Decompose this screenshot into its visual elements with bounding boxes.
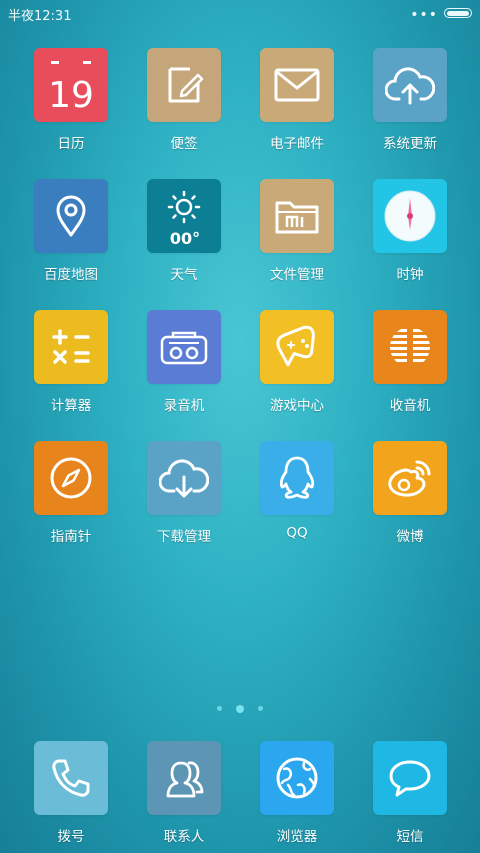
radio-icon	[373, 310, 447, 384]
dock-messages[interactable]: 短信	[354, 741, 466, 845]
app-label-baidu-map: 百度地图	[44, 267, 98, 283]
app-label-compass: 指南针	[50, 529, 92, 545]
app-email[interactable]: 电子邮件	[241, 48, 353, 152]
dock-label-messages: 短信	[396, 829, 424, 845]
page-dot-3[interactable]	[258, 706, 263, 711]
calendar-art: 19	[48, 61, 94, 116]
phone-icon	[34, 741, 108, 815]
app-calculator[interactable]: 计算器	[15, 310, 127, 414]
app-calendar[interactable]: 19 日历	[15, 48, 127, 152]
dock-label-contacts: 联系人	[163, 829, 205, 845]
browser-globe-icon	[260, 741, 334, 815]
app-clock[interactable]: 时钟	[354, 179, 466, 283]
app-weather[interactable]: 00° 天气	[128, 179, 240, 283]
calculator-icon	[34, 310, 108, 384]
app-radio[interactable]: 收音机	[354, 310, 466, 414]
app-baidu-map[interactable]: 百度地图	[15, 179, 127, 283]
mail-icon	[260, 48, 334, 122]
page-dot-1[interactable]	[217, 706, 222, 711]
page-dot-2[interactable]	[236, 704, 244, 713]
app-file-manager[interactable]: 文件管理	[241, 179, 353, 283]
dock-phone[interactable]: 拨号	[15, 741, 127, 845]
app-label-file-manager: 文件管理	[270, 267, 324, 283]
status-time: 半夜12:31	[8, 9, 72, 24]
app-system-update[interactable]: 系统更新	[354, 48, 466, 152]
app-label-qq: QQ	[286, 525, 308, 541]
app-notes[interactable]: 便签	[128, 48, 240, 152]
app-download-manager[interactable]: 下载管理	[128, 441, 240, 545]
page-indicator	[0, 698, 480, 717]
map-pin-icon	[34, 179, 108, 253]
app-label-email: 电子邮件	[270, 136, 324, 152]
contacts-icon	[147, 741, 221, 815]
app-label-weather: 天气	[170, 267, 198, 283]
more-dots-icon: •••	[410, 7, 438, 23]
calendar-icon: 19	[34, 48, 108, 122]
app-qq[interactable]: QQ	[241, 441, 353, 541]
app-label-radio: 收音机	[389, 398, 431, 414]
cloud-download-icon	[147, 441, 221, 515]
folder-icon	[260, 179, 334, 253]
battery-icon	[444, 8, 472, 18]
weather-temperature: 00°	[170, 229, 200, 248]
app-label-notes: 便签	[170, 136, 198, 152]
gamepad-icon	[260, 310, 334, 384]
app-label-calculator: 计算器	[50, 398, 92, 414]
app-label-system-update: 系统更新	[383, 136, 437, 152]
app-game-center[interactable]: 游戏中心	[241, 310, 353, 414]
app-label-weibo: 微博	[396, 529, 424, 545]
app-label-game-center: 游戏中心	[270, 398, 324, 414]
sun-icon: 00°	[147, 179, 221, 253]
dock-label-phone: 拨号	[57, 829, 85, 845]
app-label-clock: 时钟	[396, 267, 424, 283]
dock-contacts[interactable]: 联系人	[128, 741, 240, 845]
clock-icon	[373, 179, 447, 253]
cloud-upload-icon	[373, 48, 447, 122]
app-weibo[interactable]: 微博	[354, 441, 466, 545]
notes-icon	[147, 48, 221, 122]
app-label-recorder: 录音机	[163, 398, 205, 414]
weibo-icon	[373, 441, 447, 515]
app-label-download-manager: 下载管理	[157, 529, 211, 545]
recorder-icon	[147, 310, 221, 384]
dock-browser[interactable]: 浏览器	[241, 741, 353, 845]
app-label-calendar: 日历	[57, 136, 85, 152]
app-compass[interactable]: 指南针	[15, 441, 127, 545]
calendar-date: 19	[48, 75, 94, 116]
message-icon	[373, 741, 447, 815]
dock-label-browser: 浏览器	[276, 829, 318, 845]
app-recorder[interactable]: 录音机	[128, 310, 240, 414]
qq-penguin-icon	[260, 441, 334, 515]
status-bar: 半夜12:31 •••	[0, 0, 480, 26]
compass-icon	[34, 441, 108, 515]
